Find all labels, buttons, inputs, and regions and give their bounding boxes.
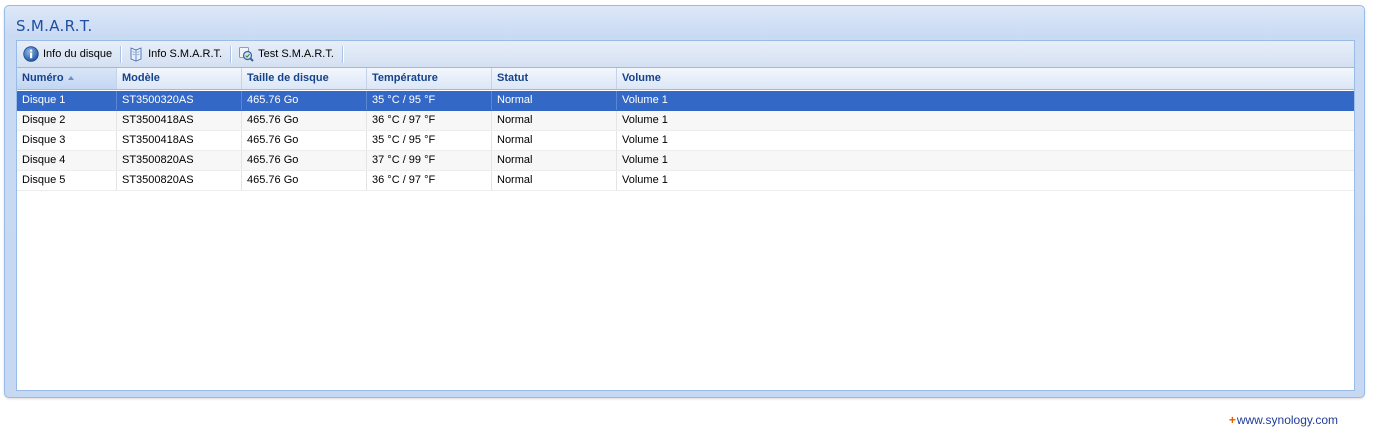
smart-info-label: Info S.M.A.R.T. xyxy=(148,48,223,60)
disk-info-label: Info du disque xyxy=(43,48,113,60)
cell-temperature: 36 °C / 97 °F xyxy=(367,111,492,130)
synology-link[interactable]: +www.synology.com xyxy=(1229,413,1338,427)
cell-numero: Disque 2 xyxy=(17,111,117,130)
cell-statut: Normal xyxy=(492,151,617,170)
synology-link-text: www.synology.com xyxy=(1236,413,1338,427)
cell-statut: Normal xyxy=(492,171,617,190)
table-row[interactable]: Disque 2 ST3500418AS 465.76 Go 36 °C / 9… xyxy=(17,111,1354,131)
smart-info-icon xyxy=(128,46,144,62)
smart-test-label: Test S.M.A.R.T. xyxy=(258,48,334,60)
cell-temperature: 35 °C / 95 °F xyxy=(367,91,492,110)
cell-modele: ST3500418AS xyxy=(117,111,242,130)
cell-numero: Disque 4 xyxy=(17,151,117,170)
panel-body: Info du disque Info S.M.A.R.T. Test S.M.… xyxy=(16,40,1355,391)
toolbar: Info du disque Info S.M.A.R.T. Test S.M.… xyxy=(17,41,1354,68)
cell-volume: Volume 1 xyxy=(622,134,668,146)
column-header-modele[interactable]: Modèle xyxy=(117,68,242,89)
smart-info-button[interactable]: Info S.M.A.R.T. xyxy=(126,44,226,65)
cell-modele: ST3500418AS xyxy=(117,131,242,150)
plus-icon: + xyxy=(1228,413,1236,427)
toolbar-separator xyxy=(341,45,344,63)
cell-temperature: 36 °C / 97 °F xyxy=(367,171,492,190)
cell-modele: ST3500820AS xyxy=(117,171,242,190)
cell-statut: Normal xyxy=(492,91,617,110)
cell-volume: Volume 1 xyxy=(622,154,668,166)
disk-info-button[interactable]: Info du disque xyxy=(21,44,116,65)
info-icon xyxy=(23,46,39,62)
grid-body: Disque 1 ST3500320AS 465.76 Go 35 °C / 9… xyxy=(17,91,1354,191)
column-header-volume[interactable]: Volume xyxy=(617,68,1354,89)
column-header-statut[interactable]: Statut xyxy=(492,68,617,89)
cell-modele: ST3500820AS xyxy=(117,151,242,170)
smart-panel: S.M.A.R.T. Info du disque Info S.M.A.R.T… xyxy=(4,5,1365,398)
cell-volume: Volume 1 xyxy=(622,94,668,106)
toolbar-separator xyxy=(230,45,233,63)
cell-taille: 465.76 Go xyxy=(242,171,367,190)
table-row[interactable]: Disque 3 ST3500418AS 465.76 Go 35 °C / 9… xyxy=(17,131,1354,151)
smart-test-button[interactable]: Test S.M.A.R.T. xyxy=(236,44,338,65)
cell-numero: Disque 3 xyxy=(17,131,117,150)
cell-numero: Disque 5 xyxy=(17,171,117,190)
cell-taille: 465.76 Go xyxy=(242,111,367,130)
table-row[interactable]: Disque 5 ST3500820AS 465.76 Go 36 °C / 9… xyxy=(17,171,1354,191)
cell-taille: 465.76 Go xyxy=(242,131,367,150)
cell-taille: 465.76 Go xyxy=(242,151,367,170)
cell-statut: Normal xyxy=(492,131,617,150)
cell-volume: Volume 1 xyxy=(622,174,668,186)
sort-ascending-icon xyxy=(67,76,74,81)
table-row[interactable]: Disque 1 ST3500320AS 465.76 Go 35 °C / 9… xyxy=(17,91,1354,111)
column-header-temperature[interactable]: Température xyxy=(367,68,492,89)
panel-title: S.M.A.R.T. xyxy=(16,17,93,35)
smart-test-icon xyxy=(238,46,254,62)
cell-numero: Disque 1 xyxy=(17,91,117,110)
cell-modele: ST3500320AS xyxy=(117,91,242,110)
cell-taille: 465.76 Go xyxy=(242,91,367,110)
column-header-numero[interactable]: Numéro xyxy=(17,68,117,89)
cell-temperature: 37 °C / 99 °F xyxy=(367,151,492,170)
toolbar-separator xyxy=(120,45,123,63)
cell-temperature: 35 °C / 95 °F xyxy=(367,131,492,150)
grid-header: Numéro Modèle Taille de disque Températu… xyxy=(17,68,1354,90)
cell-statut: Normal xyxy=(492,111,617,130)
column-header-taille[interactable]: Taille de disque xyxy=(242,68,367,89)
cell-volume: Volume 1 xyxy=(622,114,668,126)
table-row[interactable]: Disque 4 ST3500820AS 465.76 Go 37 °C / 9… xyxy=(17,151,1354,171)
